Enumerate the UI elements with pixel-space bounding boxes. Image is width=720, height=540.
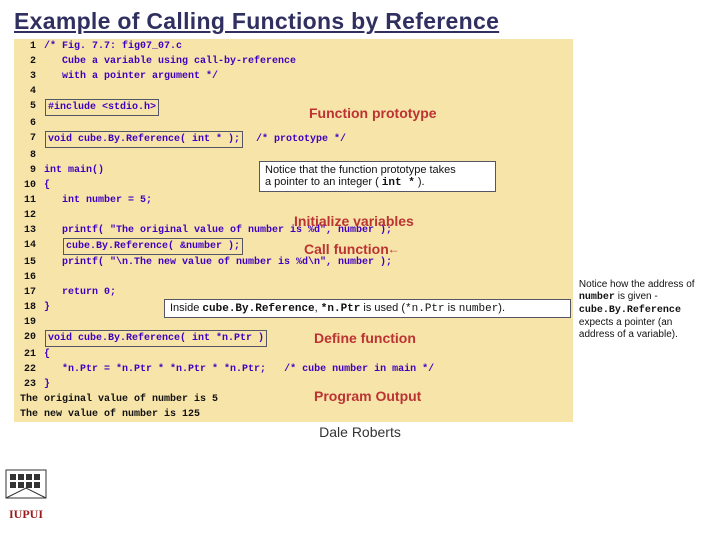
output-line: The original value of number is 5 bbox=[14, 392, 573, 407]
label-call: Call function bbox=[304, 242, 389, 257]
output-line: The new value of number is 125 bbox=[14, 407, 573, 422]
call-box: cube.By.Reference( &number ); bbox=[63, 238, 243, 255]
iupui-logo-icon: IUPUI bbox=[4, 468, 48, 528]
proto-box: void cube.By.Reference( int * ); bbox=[45, 131, 243, 148]
include-box: #include <stdio.h> bbox=[45, 99, 159, 116]
label-define: Define function bbox=[314, 331, 416, 346]
note-inside: Inside cube.By.Reference, *n.Ptr is used… bbox=[164, 299, 571, 318]
side-note: Notice how the address of number is give… bbox=[579, 39, 706, 422]
define-box: void cube.By.Reference( int *n.Ptr ) bbox=[45, 330, 267, 347]
note-prototype: Notice that the function prototype takes… bbox=[259, 161, 496, 192]
page-title: Example of Calling Functions by Referenc… bbox=[14, 8, 706, 35]
label-prototype: Function prototype bbox=[309, 106, 437, 121]
code-block: 1/* Fig. 7.7: fig07_07.c 2 Cube a variab… bbox=[14, 39, 573, 422]
arrow-icon: ← bbox=[390, 243, 397, 258]
label-output: Program Output bbox=[314, 389, 421, 404]
footer-author: Dale Roberts bbox=[14, 424, 706, 440]
label-initialize: Initialize variables bbox=[294, 214, 414, 229]
svg-text:IUPUI: IUPUI bbox=[9, 507, 43, 521]
